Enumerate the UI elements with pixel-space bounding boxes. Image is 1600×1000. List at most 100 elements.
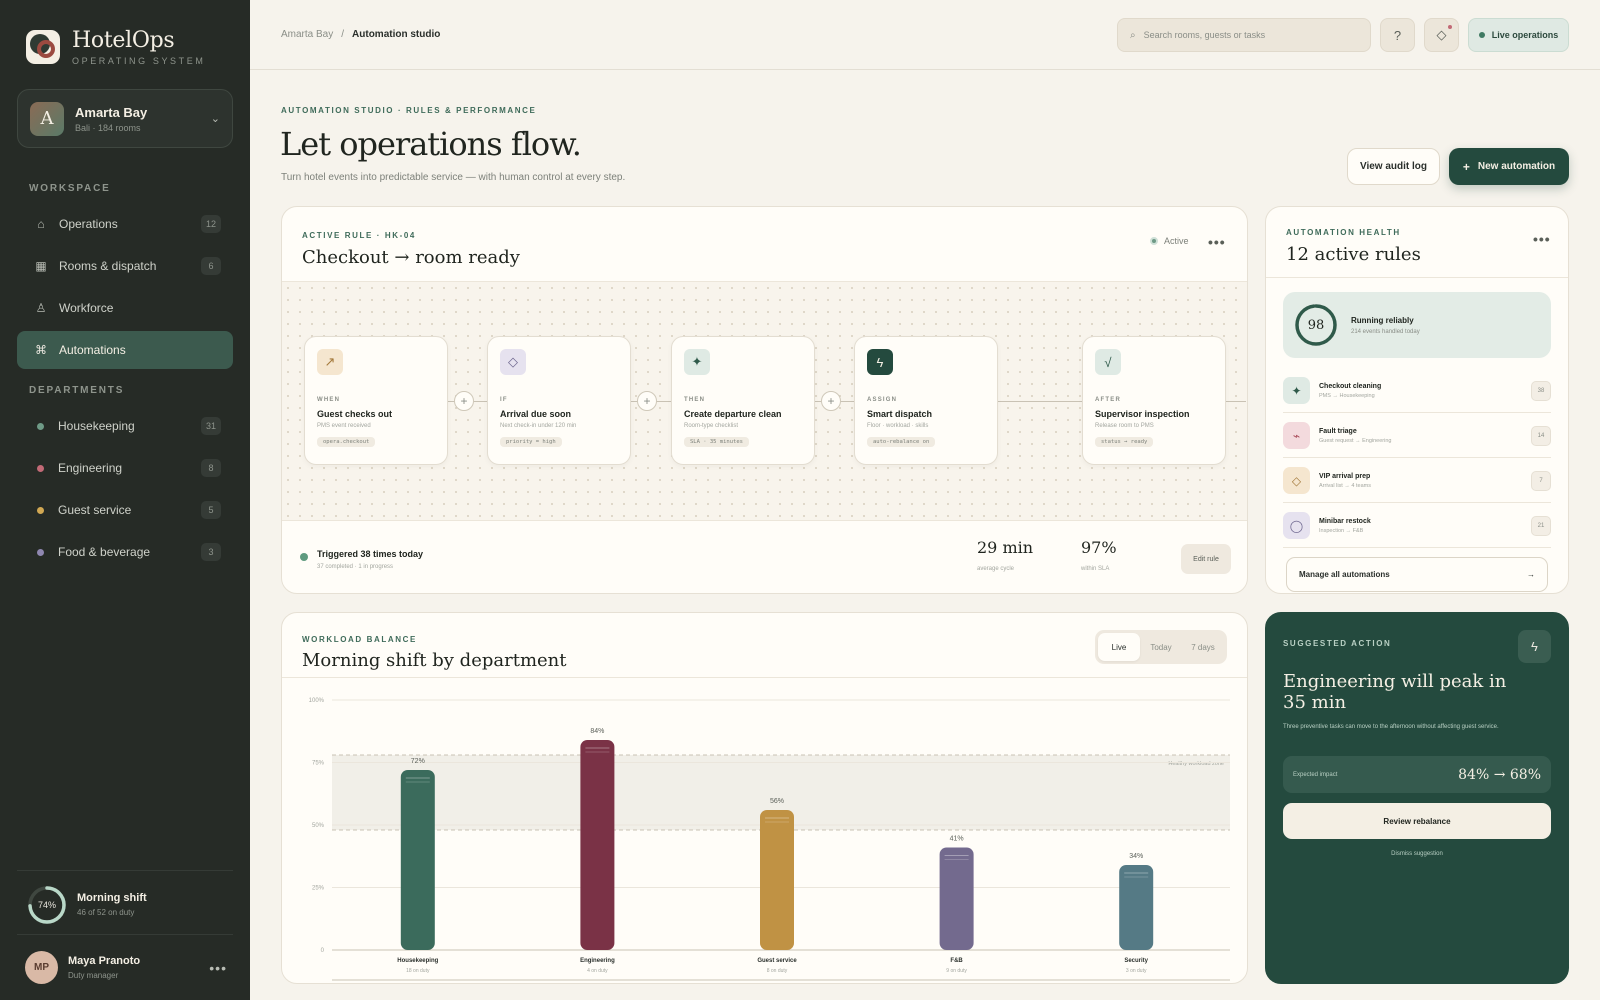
bolt-icon: ϟ bbox=[867, 349, 893, 375]
health-score: 98 bbox=[1307, 317, 1325, 333]
y-tick-label: 50% bbox=[312, 823, 325, 829]
automation-route: Guest request → Engineering bbox=[1319, 437, 1392, 444]
step-title: Arrival due soon bbox=[500, 409, 572, 419]
more-icon[interactable]: ••• bbox=[1533, 231, 1551, 247]
search-icon: ⌕ bbox=[1130, 29, 1136, 41]
x-tick-sublabel: 8 on duty bbox=[767, 968, 788, 974]
property-switcher[interactable]: A Amarta Bay Bali · 184 rooms ⌄ bbox=[17, 89, 233, 148]
sidebar-item-food-beverage[interactable]: Food & beverage 3 bbox=[17, 533, 233, 571]
sidebar-item-count: 6 bbox=[201, 257, 221, 275]
tab-7-days[interactable]: 7 days bbox=[1182, 633, 1224, 661]
step-title: Smart dispatch bbox=[867, 409, 933, 419]
step-subtitle: Release room to PMS bbox=[1095, 423, 1154, 429]
shift-summary[interactable]: 74% Morning shift 46 of 52 on duty bbox=[17, 870, 233, 932]
notifications-button[interactable]: ◇ bbox=[1424, 18, 1459, 52]
new-automation-button[interactable]: + New automation bbox=[1449, 148, 1569, 185]
flow-step-assign[interactable]: ϟ ASSIGN Smart dispatch Floor · workload… bbox=[854, 336, 998, 465]
automation-count: 38 bbox=[1531, 380, 1551, 401]
flow-step-when[interactable]: ↗ WHEN Guest checks out PMS event receiv… bbox=[304, 336, 448, 465]
step-subtitle: Next check-in under 120 min bbox=[500, 423, 577, 429]
sidebar-item-count: 8 bbox=[201, 459, 221, 477]
step-title: Supervisor inspection bbox=[1095, 409, 1190, 419]
grid-icon: ▦ bbox=[35, 259, 47, 273]
step-tag: priority = high bbox=[500, 437, 562, 447]
add-step-button[interactable]: + bbox=[821, 391, 841, 411]
flow-step-after[interactable]: √ AFTER Supervisor inspection Release ro… bbox=[1082, 336, 1226, 465]
active-rule-card: ACTIVE RULE · HK-04 Checkout → room read… bbox=[281, 206, 1248, 594]
dismiss-suggestion-link[interactable]: Dismiss suggestion bbox=[1283, 851, 1551, 857]
step-kind: ASSIGN bbox=[867, 397, 898, 403]
y-tick-label: 25% bbox=[312, 886, 325, 892]
sidebar-item-housekeeping[interactable]: Housekeeping 31 bbox=[17, 407, 233, 445]
topbar: Amarta Bay / Automation studio ⌕ Search … bbox=[250, 0, 1600, 70]
search-input[interactable]: ⌕ Search rooms, guests or tasks bbox=[1117, 18, 1371, 52]
plus-icon: + bbox=[460, 394, 468, 408]
breadcrumb: Amarta Bay / Automation studio bbox=[281, 29, 440, 40]
list-item[interactable]: ⌁ Fault triage Guest request → Engineeri… bbox=[1283, 414, 1551, 458]
review-rebalance-label: Review rebalance bbox=[1383, 816, 1451, 826]
rule-eyebrow: ACTIVE RULE · HK-04 bbox=[302, 231, 416, 240]
step-title: Create departure clean bbox=[684, 409, 782, 419]
plus-icon: + bbox=[827, 394, 835, 408]
manage-automations-button[interactable]: Manage all automations → bbox=[1286, 557, 1548, 592]
step-kind: IF bbox=[500, 397, 508, 403]
page-description: Turn hotel events into predictable servi… bbox=[281, 172, 626, 183]
add-step-button[interactable]: + bbox=[637, 391, 657, 411]
user-role: Duty manager bbox=[68, 971, 119, 980]
automation-route: PMS → Housekeeping bbox=[1319, 392, 1375, 399]
edit-rule-button[interactable]: Edit rule bbox=[1181, 544, 1231, 574]
sidebar-item-rooms-dispatch[interactable]: ▦ Rooms & dispatch 6 bbox=[17, 247, 233, 285]
more-icon[interactable]: ••• bbox=[209, 960, 233, 976]
bar-value-label: 72% bbox=[411, 758, 425, 765]
status-dot bbox=[37, 464, 44, 472]
avatar: MP bbox=[25, 951, 58, 984]
more-icon[interactable]: ••• bbox=[1208, 234, 1226, 250]
step-kind: THEN bbox=[684, 397, 706, 403]
live-operations-button[interactable]: Live operations bbox=[1468, 18, 1569, 52]
page-eyebrow: AUTOMATION STUDIO · RULES & PERFORMANCE bbox=[281, 106, 537, 115]
automation-name: Minibar restock bbox=[1319, 517, 1371, 525]
bar-value-label: 56% bbox=[770, 798, 784, 805]
add-step-button[interactable]: + bbox=[454, 391, 474, 411]
sidebar-item-label: Workforce bbox=[59, 301, 114, 315]
view-audit-log-button[interactable]: View audit log bbox=[1347, 148, 1440, 185]
list-item[interactable]: ◇ VIP arrival prep Arrival list → 4 team… bbox=[1283, 459, 1551, 503]
bar bbox=[760, 810, 794, 950]
plus-icon: + bbox=[1462, 159, 1470, 174]
pulse-icon: ⌁ bbox=[1283, 422, 1310, 449]
sidebar-item-count: 3 bbox=[201, 543, 221, 561]
flow-step-then[interactable]: ✦ THEN Create departure clean Room-type … bbox=[671, 336, 815, 465]
breadcrumb-parent[interactable]: Amarta Bay bbox=[281, 29, 333, 40]
user-profile[interactable]: MP Maya Pranoto Duty manager ••• bbox=[17, 934, 233, 1000]
status-dot bbox=[300, 553, 308, 561]
sidebar-item-engineering[interactable]: Engineering 8 bbox=[17, 449, 233, 487]
workload-eyebrow: WORKLOAD BALANCE bbox=[302, 635, 417, 644]
step-tag: auto-rebalance on bbox=[867, 437, 936, 447]
shift-progress-ring: 74% bbox=[27, 885, 67, 925]
help-button[interactable]: ? bbox=[1380, 18, 1415, 52]
brand-name: HotelOps bbox=[72, 28, 175, 53]
user-name: Maya Pranoto bbox=[68, 955, 141, 967]
x-tick-sublabel: 18 on duty bbox=[406, 968, 430, 974]
workload-bar-chart: Healthy workload zone 0 25% 50% 75% 100% 72% Ho… bbox=[309, 698, 1230, 981]
sla-value: 97% bbox=[1081, 538, 1117, 557]
flow-step-if[interactable]: ◇ IF Arrival due soon Next check-in unde… bbox=[487, 336, 631, 465]
x-tick-sublabel: 4 on duty bbox=[587, 968, 608, 974]
sidebar-item-guest-service[interactable]: Guest service 5 bbox=[17, 491, 233, 529]
tab-live[interactable]: Live bbox=[1098, 633, 1140, 661]
review-rebalance-button[interactable]: Review rebalance bbox=[1283, 803, 1551, 839]
sidebar-item-automations[interactable]: ⌘ Automations bbox=[17, 331, 233, 369]
view-audit-log-label: View audit log bbox=[1359, 161, 1428, 172]
page-title: Let operations flow. bbox=[280, 125, 582, 163]
sidebar-item-workforce[interactable]: ♙ Workforce bbox=[17, 289, 233, 327]
tab-today[interactable]: Today bbox=[1140, 633, 1182, 661]
sidebar-item-operations[interactable]: ⌂ Operations 12 bbox=[17, 205, 233, 243]
departments-label: DEPARTMENTS bbox=[29, 385, 125, 396]
brand[interactable]: HotelOps OPERATING SYSTEM bbox=[26, 28, 205, 66]
plus-icon: + bbox=[643, 394, 651, 408]
automation-count: 14 bbox=[1531, 425, 1551, 446]
property-avatar: A bbox=[30, 101, 64, 136]
list-item[interactable]: ◯ Minibar restock Inspection → F&B 21 bbox=[1283, 504, 1551, 548]
list-item[interactable]: ✦ Checkout cleaning PMS → Housekeeping 3… bbox=[1283, 369, 1551, 413]
bar bbox=[400, 770, 435, 950]
